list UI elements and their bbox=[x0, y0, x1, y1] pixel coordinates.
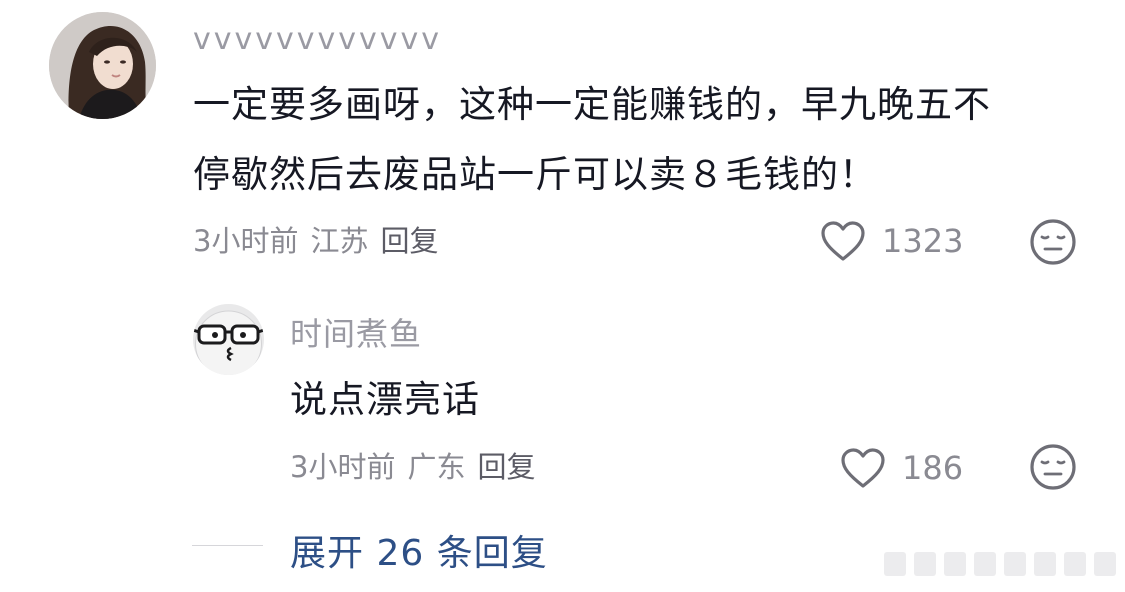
like-count: 1323 bbox=[882, 222, 964, 260]
divider bbox=[192, 545, 263, 546]
comment-meta: 3小时前 江苏 回复 bbox=[193, 218, 438, 260]
reply-meta: 3小时前 广东 回复 bbox=[290, 444, 535, 486]
reply-username[interactable]: 时间煮鱼 bbox=[290, 309, 422, 355]
avatar[interactable] bbox=[49, 12, 156, 119]
neutral-face-icon[interactable] bbox=[1029, 443, 1077, 491]
expand-replies-button[interactable]: 展开 26 条回复 bbox=[290, 524, 548, 576]
reply-button[interactable]: 回复 bbox=[477, 450, 535, 484]
watermark-logo bbox=[884, 552, 1116, 576]
heart-outline-icon[interactable] bbox=[839, 446, 887, 490]
avatar[interactable] bbox=[193, 304, 264, 375]
reply-location: 广东 bbox=[407, 450, 466, 484]
comment-text-line: 一定要多画呀，这种一定能赚钱的，早九晚五不 bbox=[193, 83, 991, 126]
reply-time: 3小时前 bbox=[290, 450, 396, 484]
heart-outline-icon[interactable] bbox=[819, 219, 867, 263]
like-count: 186 bbox=[902, 449, 964, 487]
comment-location: 江苏 bbox=[310, 224, 369, 258]
comment-time: 3小时前 bbox=[193, 224, 299, 258]
comment-text-line: 停歇然后去废品站一斤可以卖８毛钱的！ bbox=[193, 153, 877, 196]
comment-text: 一定要多画呀，这种一定能赚钱的，早九晚五不 停歇然后去废品站一斤可以卖８毛钱的！ bbox=[193, 70, 1083, 210]
reply-text: 说点漂亮话 bbox=[290, 378, 480, 421]
neutral-face-icon[interactable] bbox=[1029, 218, 1077, 266]
reply-button[interactable]: 回复 bbox=[380, 224, 438, 258]
comment-username[interactable]: vvvvvvvvvvvv bbox=[193, 22, 442, 57]
